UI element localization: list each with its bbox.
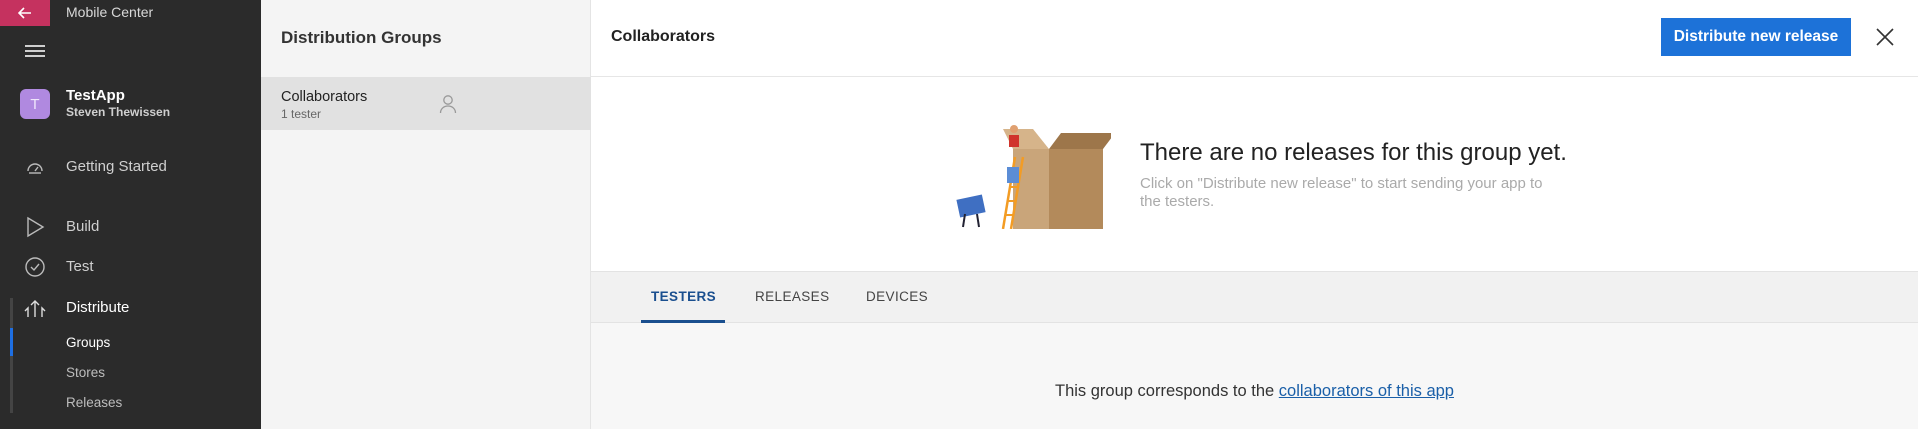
nav-item-label: Build bbox=[66, 218, 100, 235]
nav-item-test[interactable]: Test bbox=[0, 252, 261, 282]
empty-state: There are no releases for this group yet… bbox=[591, 77, 1918, 271]
check-circle-icon bbox=[25, 257, 45, 277]
subnav-item-releases[interactable]: Releases bbox=[66, 395, 122, 410]
testers-tab-content: This group corresponds to the collaborat… bbox=[591, 323, 1918, 429]
nav-item-getting-started[interactable]: Getting Started bbox=[0, 152, 261, 182]
arrow-left-icon bbox=[18, 7, 31, 19]
tab-releases[interactable]: RELEASES bbox=[755, 289, 829, 304]
subnav-item-stores[interactable]: Stores bbox=[66, 365, 105, 380]
nav-item-build[interactable]: Build bbox=[0, 212, 261, 242]
tab-devices[interactable]: DEVICES bbox=[866, 289, 928, 304]
collaborators-link[interactable]: collaborators of this app bbox=[1279, 382, 1454, 400]
empty-box-illustration bbox=[956, 125, 1111, 229]
detail-header: Collaborators Distribute new release bbox=[591, 0, 1918, 77]
app-selector[interactable]: T TestApp Steven Thewissen bbox=[20, 87, 250, 123]
user-icon bbox=[439, 95, 457, 114]
nav-item-label: Getting Started bbox=[66, 158, 167, 175]
menu-icon[interactable] bbox=[25, 45, 45, 59]
tab-bar: TESTERS RELEASES DEVICES bbox=[591, 271, 1918, 323]
groups-title: Distribution Groups bbox=[281, 28, 442, 47]
app-owner: Steven Thewissen bbox=[66, 105, 171, 119]
gauge-icon bbox=[27, 163, 43, 174]
group-detail: Collaborators Distribute new release The… bbox=[591, 0, 1918, 429]
tab-testers[interactable]: TESTERS bbox=[651, 289, 716, 304]
distribute-new-release-button[interactable]: Distribute new release bbox=[1661, 18, 1851, 56]
group-item-collaborators[interactable]: Collaborators 1 tester bbox=[261, 77, 591, 130]
note-text: This group corresponds to the bbox=[1055, 382, 1279, 400]
groups-panel: Distribution Groups Collaborators 1 test… bbox=[261, 0, 591, 429]
group-tester-count: 1 tester bbox=[281, 107, 322, 121]
collaborators-note: This group corresponds to the collaborat… bbox=[591, 382, 1918, 401]
play-icon bbox=[27, 216, 45, 238]
page-title: Collaborators bbox=[611, 28, 716, 45]
nav-item-label: Test bbox=[66, 258, 94, 275]
close-icon[interactable] bbox=[1874, 26, 1896, 48]
empty-hint: Click on "Distribute new release" to sta… bbox=[1140, 175, 1543, 210]
app-name: TestApp bbox=[66, 87, 125, 104]
nav-item-distribute[interactable]: Distribute bbox=[0, 293, 261, 323]
brand-name[interactable]: Mobile Center bbox=[66, 4, 153, 20]
app-avatar: T bbox=[20, 89, 50, 119]
subnav-active-indicator bbox=[10, 328, 13, 356]
distribute-icon bbox=[24, 300, 46, 317]
back-button[interactable] bbox=[0, 0, 50, 26]
nav-topbar: Mobile Center bbox=[0, 0, 261, 26]
subnav-item-groups[interactable]: Groups bbox=[66, 335, 110, 350]
empty-title: There are no releases for this group yet… bbox=[1140, 139, 1567, 166]
nav-item-label: Distribute bbox=[66, 299, 130, 316]
group-name: Collaborators bbox=[281, 89, 368, 105]
left-nav: Mobile Center T TestApp Steven Thewissen… bbox=[0, 0, 261, 429]
